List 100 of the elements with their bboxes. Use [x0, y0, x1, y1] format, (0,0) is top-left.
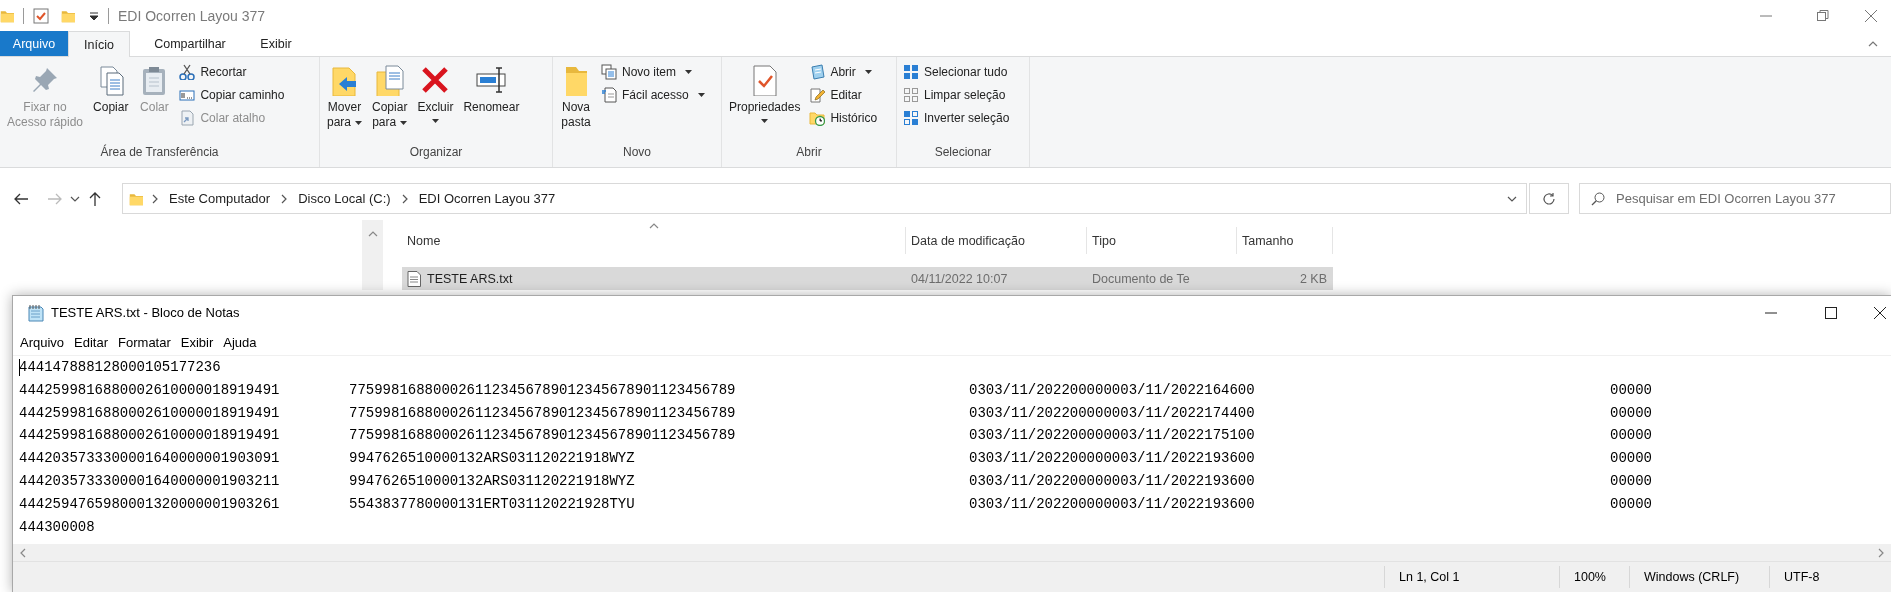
ribbon-tab[interactable]: Exibir	[250, 31, 302, 56]
customize-icon[interactable]	[89, 10, 99, 21]
ribbon-button[interactable]: Propriedades	[725, 61, 805, 126]
minimize-icon	[1765, 311, 1777, 314]
notepad-icon	[27, 303, 45, 322]
text-line: 00000	[1610, 403, 1653, 423]
address-bar[interactable]: Este Computador Disco Local (C:) EDI Ocorren Layou 377	[122, 183, 1527, 214]
menu-item[interactable]: Arquivo	[15, 334, 70, 350]
column-header[interactable]: Tamanho	[1237, 227, 1333, 254]
text-line: 9947626510000132ARS031120221918WYZ	[349, 449, 636, 469]
window-title: TESTE ARS.txt - Bloco de Notas	[51, 305, 240, 320]
shortcut-icon	[179, 109, 196, 126]
text-line: 7759981688000261123456789012345678901123456789	[349, 380, 737, 400]
ribbon-tab[interactable]: Início	[68, 31, 130, 57]
ribbon-button[interactable]: Nova pasta	[556, 61, 596, 133]
table-cell-text: Documento de Te	[1091, 270, 1191, 288]
back-arrow-icon	[13, 191, 29, 206]
caret-icon	[864, 69, 872, 74]
text-line: 00000	[1610, 472, 1653, 491]
table-cell-text: 2 KB	[1298, 270, 1328, 288]
breadcrumb[interactable]: EDI Ocorren Layou 377	[416, 191, 558, 206]
text-line: 00000	[1610, 380, 1653, 400]
caret-icon	[400, 120, 408, 125]
new-item-icon	[601, 63, 617, 80]
ribbon-button[interactable]: Inverter seleção	[900, 107, 1013, 128]
text-line: 444300008	[19, 517, 96, 537]
ribbon-button[interactable]: Novo item	[598, 61, 708, 82]
column-header[interactable]: Data de modificação	[906, 227, 1087, 254]
folder-documents-icon	[373, 64, 406, 96]
status-text: Ln 1, Col 1	[1384, 566, 1559, 588]
horizontal-scrollbar[interactable]	[13, 544, 1891, 561]
maximize-icon	[1824, 305, 1838, 320]
caret-icon	[697, 92, 705, 97]
status-text: UTF-8	[1769, 566, 1891, 588]
refresh-icon	[1542, 191, 1556, 206]
text-line: 4442035733300001640000001903211	[19, 472, 281, 491]
ribbon-button[interactable]: Selecionar tudo	[900, 61, 1013, 82]
text-line: 4442599816880002610000018919491	[19, 426, 281, 446]
text-line: 7759981688000261123456789012345678901123456789	[349, 426, 737, 446]
table-cell-text: 04/11/2022 10:07	[910, 270, 1009, 288]
ribbon-button[interactable]: Copiar	[89, 61, 133, 118]
ribbon-button[interactable]: Copiar caminho	[176, 84, 288, 105]
text-line: 4442599816880002610000018919491	[19, 380, 281, 400]
breadcrumb[interactable]: Este Computador	[167, 191, 273, 206]
ribbon-button[interactable]: Renomear	[459, 61, 524, 118]
scrollbar[interactable]	[362, 220, 383, 290]
file-menu-button[interactable]: Arquivo	[0, 31, 68, 56]
text-line: 00000	[1610, 494, 1653, 514]
text-line: 0303/11/202200000003/11/2022164600	[969, 380, 1256, 400]
status-text: Windows (CRLF)	[1629, 566, 1769, 588]
text-line: 4442035733300001640000001903091	[19, 449, 281, 469]
status-text: 100%	[1559, 566, 1629, 588]
minimize-icon	[1759, 14, 1772, 17]
column-header[interactable]: Tipo	[1087, 227, 1237, 254]
ribbon-button[interactable]: Histórico	[806, 107, 881, 128]
window-title: EDI Ocorren Layou 377	[118, 7, 266, 24]
ribbon-button[interactable]: Copiar para	[368, 61, 412, 133]
caret-icon	[685, 69, 693, 74]
menu-item[interactable]: Editar	[69, 334, 114, 350]
ribbon-button[interactable]: Excluir	[413, 61, 458, 126]
rename-icon	[475, 64, 508, 96]
text-line: 0303/11/202200000003/11/2022174400	[969, 403, 1256, 423]
caret-icon	[761, 119, 769, 123]
ribbon-button[interactable]: Editar	[806, 84, 881, 105]
text-line: 4442594765980001320000001903261	[19, 494, 281, 514]
group-label: Novo	[622, 145, 652, 161]
text-line: 00000	[1610, 449, 1653, 469]
close-icon	[1864, 8, 1878, 23]
grid-icon	[903, 86, 919, 103]
text-line: 0303/11/202200000003/11/2022193600	[969, 472, 1256, 491]
close-icon	[1873, 305, 1887, 320]
group-label: Área de Transferência	[99, 145, 220, 161]
text-line: 4442599816880002610000018919491	[19, 403, 281, 423]
column-header[interactable]: Nome	[402, 227, 906, 254]
document-icon	[601, 86, 617, 103]
text-line: 0303/11/202200000003/11/2022193600	[969, 449, 1256, 469]
ribbon-button[interactable]: Abrir	[806, 61, 881, 82]
clock-folder-icon	[809, 109, 826, 126]
ribbon-button[interactable]: Limpar seleção	[900, 84, 1013, 105]
properties-icon[interactable]	[33, 7, 49, 24]
search-icon	[1591, 192, 1605, 206]
ribbon-button[interactable]: Recortar	[176, 61, 288, 82]
menu-item[interactable]: Exibir	[175, 334, 219, 350]
text-line: 0303/11/202200000003/11/2022193600	[969, 494, 1256, 514]
text-line: 444147888128000105177236	[19, 357, 222, 378]
menu-item[interactable]: Formatar	[113, 334, 176, 350]
menu-item[interactable]: Ajuda	[218, 334, 262, 350]
text-line: 9947626510000132ARS031120221918WYZ	[349, 472, 636, 491]
caret-icon	[355, 120, 363, 125]
ribbon-button[interactable]: Fácil acesso	[598, 84, 708, 105]
forward-arrow-icon	[47, 191, 63, 206]
refresh-button[interactable]	[1529, 183, 1569, 214]
file-row[interactable]: TESTE ARS.txt 04/11/2022 10:07 Documento de Te 2 KB	[402, 267, 1333, 290]
text-line: 0303/11/202200000003/11/2022175100	[969, 426, 1256, 446]
text-line: 00000	[1610, 426, 1653, 446]
ribbon-tab[interactable]: Compartilhar	[130, 31, 250, 56]
ribbon-button[interactable]: Mover para	[323, 61, 367, 133]
up-arrow-icon	[88, 190, 102, 207]
breadcrumb[interactable]: Disco Local (C:)	[296, 191, 393, 206]
search-field[interactable]: Pesquisar em EDI Ocorren Layou 377	[1579, 183, 1891, 214]
